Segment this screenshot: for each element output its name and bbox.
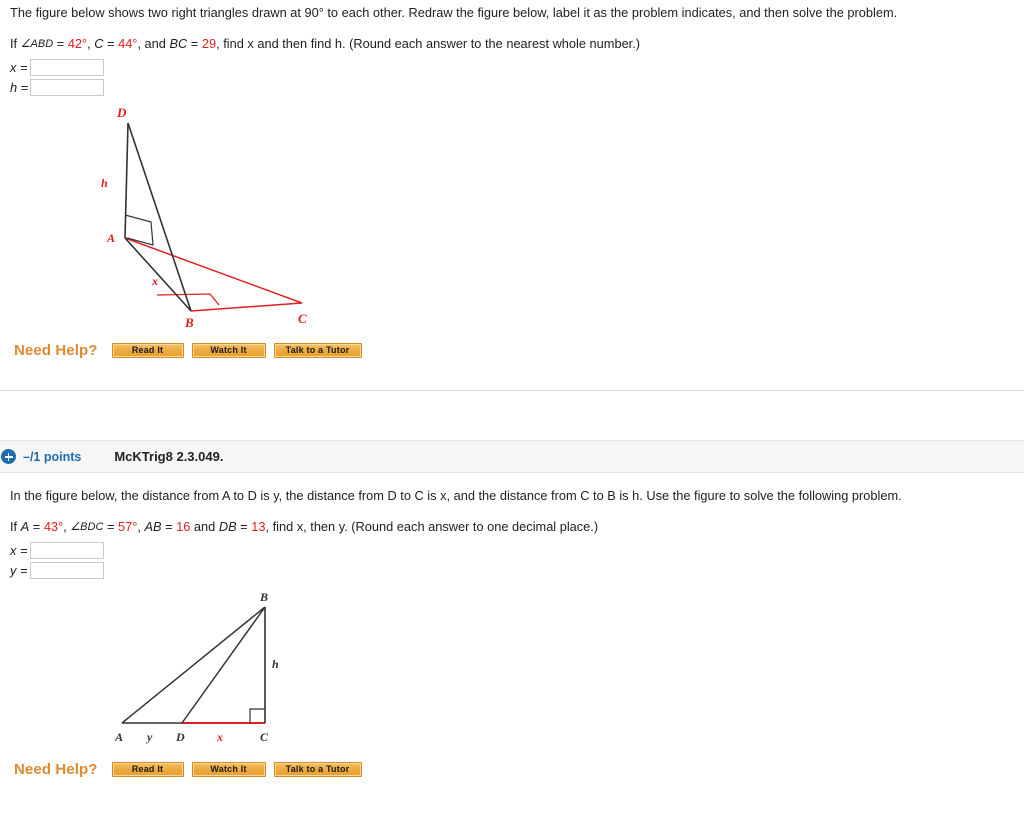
answer-input-x[interactable] [30,58,104,76]
angle-bdc-label: ∠BDC [70,521,104,534]
problem-2-need-help: Need Help? Read It Watch It Talk to a Tu… [0,761,1024,778]
watch-it-button-1[interactable]: Watch It [191,342,266,358]
edge-label-h: h [101,176,108,190]
problem-2-given: If A = 43°, ∠BDC = 57°, AB = 16 and DB =… [0,504,1024,535]
problem-1-given: If ∠ABD = 42°, C = 44°, and BC = 29, fin… [0,21,1024,52]
angle-bdc-value: 57° [117,519,138,535]
db-value: 13 [251,519,266,535]
plus-circle-icon[interactable] [1,449,16,464]
problem-2-figure: B h A y D x C [105,590,1024,755]
segment-d-b [127,122,192,311]
watch-it-button-2[interactable]: Watch It [191,761,266,777]
answer-input-y2[interactable] [30,561,104,579]
talk-to-tutor-button-1[interactable]: Talk to a Tutor [273,342,362,358]
problem-1-answers: x = h = [0,58,1024,97]
problem-2-answers: x = y = [0,541,1024,580]
answer-input-h[interactable] [30,78,104,96]
vertex-label-d2: D [175,730,185,744]
problem-2: –/1 points McKTrig8 2.3.049. In the figu… [0,440,1024,778]
edge-label-y2: y [145,730,153,744]
assignment-page: The figure below shows two right triangl… [0,0,1024,818]
answer-row-x: x = [0,58,1024,77]
angle-abd-label: ∠ABD [20,38,54,51]
vertex-label-d: D [116,105,127,120]
answer-label-y2: y = [10,562,28,578]
read-it-button-2[interactable]: Read It [111,761,184,777]
answer-label-h: h = [10,79,29,95]
figure-2-svg: B h A y D x C [114,590,279,744]
given2-sep3: and [190,519,219,535]
need-help-label-1: Need Help? [14,341,98,359]
answer-row-x2: x = [0,541,1024,560]
problem-1-intro: The figure below shows two right triangl… [10,5,898,20]
problem-1: The figure below shows two right triangl… [0,0,1024,359]
a-value: 43° [43,519,64,535]
vertex-label-b2: B [259,590,268,604]
vertex-label-a: A [106,231,115,245]
talk-to-tutor-button-2[interactable]: Talk to a Tutor [273,761,362,777]
segment-a-b [121,605,266,724]
vertex-label-b: B [184,315,194,330]
given2-prefix: If [10,519,21,535]
problem-id: McKTrig8 2.3.049. [114,449,224,464]
bc-value: 29 [201,36,217,52]
given2-tail: , find x, then y. (Round each answer to … [265,519,599,535]
problem-1-need-help: Need Help? Read It Watch It Talk to a Tu… [0,342,1024,359]
given-eq2: = [103,36,119,52]
answer-row-y2: y = [0,561,1024,580]
given-sep2: , and [137,36,170,52]
problem-2-intro: In the figure below, the distance from A… [10,488,902,503]
ab-label: AB [144,519,162,535]
problem-1-figure: D h A x B C [95,105,1024,340]
answer-row-h: h = [0,78,1024,97]
a-label: A [20,519,30,535]
vertex-label-a2: A [114,730,123,744]
vertex-label-c2: C [260,730,269,744]
angle-abd-value: 42° [67,36,88,52]
read-it-button-1[interactable]: Read It [111,342,184,358]
right-angle-marker-c [249,707,265,723]
segment-a-c [124,236,303,304]
right-angle-marker-a [124,213,154,246]
bc-label: BC [169,36,188,52]
given-tail: , find x and then find h. (Round each an… [216,36,641,52]
given2-eq4: = [236,519,252,535]
segment-b-c [190,301,303,312]
segment-d-a [124,122,129,238]
answer-label-x2: x = [10,542,28,558]
ab-value: 16 [176,519,191,535]
need-help-label-2: Need Help? [14,760,98,778]
points-badge: –/1 points [23,449,82,464]
figure-1-svg: D h A x B C [101,105,307,330]
problem-separator [0,390,1024,391]
segment-a-b [124,236,192,312]
problem-2-header: –/1 points McKTrig8 2.3.049. [0,440,1024,473]
given-prefix: If [10,36,21,52]
edge-label-x2: x [216,730,223,744]
edge-label-x: x [151,274,158,288]
db-label: DB [218,519,237,535]
vertex-label-c: C [298,311,307,326]
given-eq3: = [187,36,202,52]
given-eq1: = [53,36,68,52]
given2-eq1: = [29,519,44,535]
given2-eq3: = [161,519,177,535]
edge-label-h2: h [272,657,279,671]
answer-label-x: x = [10,59,28,75]
given2-eq2: = [103,519,118,535]
answer-input-x2[interactable] [30,541,104,559]
c-value: 44° [118,36,138,52]
